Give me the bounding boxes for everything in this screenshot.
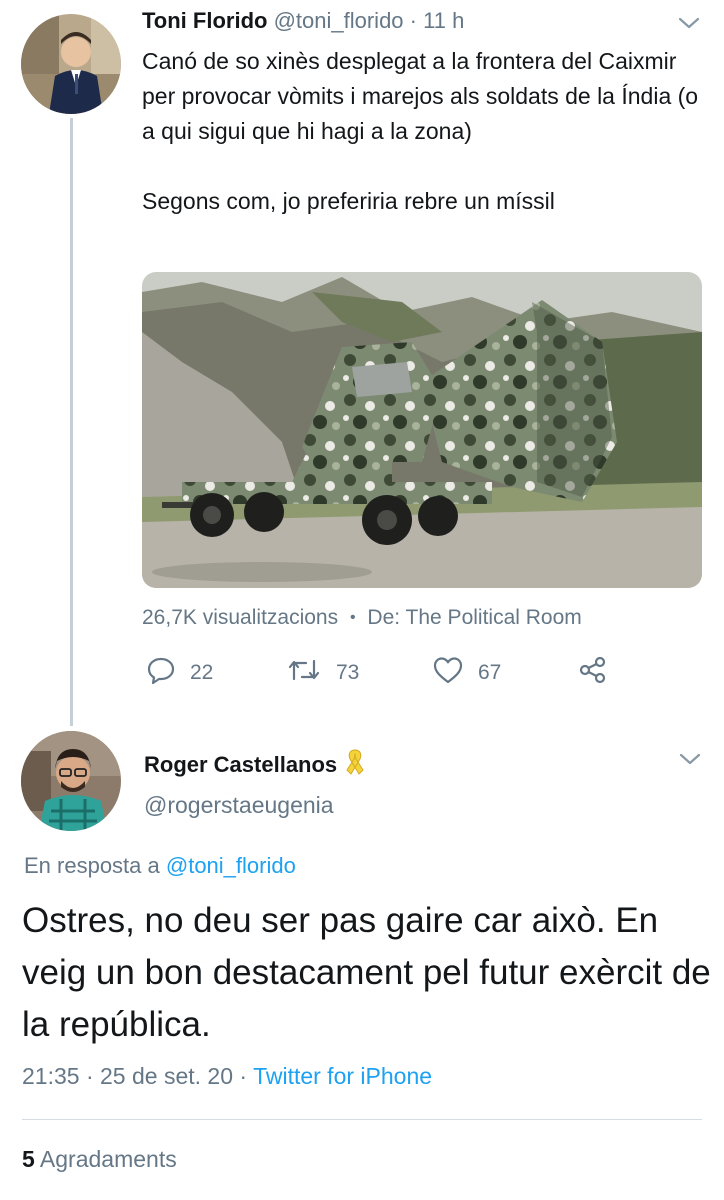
likes-summary[interactable]: 5 Agradaments	[22, 1146, 177, 1173]
meta-separator: •	[349, 609, 356, 626]
yellow-ribbon-icon	[339, 746, 371, 783]
header-separator: ·	[409, 8, 417, 33]
reply-client[interactable]: Twitter for iPhone	[253, 1063, 432, 1089]
likes-label: Agradaments	[39, 1146, 177, 1172]
thread-line	[70, 118, 73, 726]
in-reply-to: En resposta a @toni_florido	[24, 853, 296, 879]
tweet-time[interactable]: 11 h	[423, 8, 464, 33]
reply-to-link[interactable]: @toni_florido	[166, 853, 296, 878]
reply-author-name[interactable]: Roger Castellanos	[144, 752, 337, 778]
stamp-separator-1: ·	[85, 1063, 94, 1089]
tweet-text: Canó de so xinès desplegat a la frontera…	[142, 48, 699, 214]
chevron-down-icon[interactable]	[678, 749, 702, 774]
tweet-header: Toni Florido @toni_florido · 11 h	[142, 8, 464, 34]
reply-icon	[146, 655, 176, 691]
reply-author[interactable]: Roger Castellanos	[144, 746, 371, 783]
tweet-media-image[interactable]	[142, 272, 702, 588]
reply-date: 25 de set. 20	[100, 1063, 234, 1089]
retweet-icon	[286, 655, 322, 691]
likes-count: 5	[22, 1146, 35, 1172]
reply-text: Ostres, no deu ser pas gaire car això. E…	[22, 901, 711, 1044]
like-count: 67	[478, 661, 502, 684]
heart-icon	[432, 655, 464, 691]
tweet-meta: 26,7K visualitzacions • De: The Politica…	[142, 606, 582, 630]
reply-handle[interactable]: @rogerstaeugenia	[144, 792, 334, 819]
chevron-down-icon[interactable]	[677, 13, 701, 38]
stamp-separator-2: ·	[239, 1063, 248, 1089]
reply-count: 22	[190, 661, 214, 684]
avatar-toni-florido[interactable]	[21, 14, 121, 114]
like-button[interactable]: 67	[432, 655, 501, 691]
divider	[22, 1119, 702, 1120]
media-source[interactable]: De: The Political Room	[367, 606, 581, 629]
reply-button[interactable]: 22	[146, 655, 213, 691]
share-button[interactable]	[578, 655, 608, 691]
share-icon	[578, 655, 608, 691]
reply-to-prefix: En resposta a	[24, 853, 166, 878]
author-handle[interactable]: @toni_florido	[274, 8, 404, 33]
reply-timestamp: 21:35 · 25 de set. 20 · Twitter for iPho…	[22, 1063, 432, 1090]
retweet-count: 73	[336, 661, 360, 684]
reply-time: 21:35	[22, 1063, 80, 1089]
author-name[interactable]: Toni Florido	[142, 8, 267, 33]
view-count: 26,7K visualitzacions	[142, 606, 339, 629]
avatar-roger-castellanos[interactable]	[21, 731, 121, 831]
retweet-button[interactable]: 73	[286, 655, 359, 691]
